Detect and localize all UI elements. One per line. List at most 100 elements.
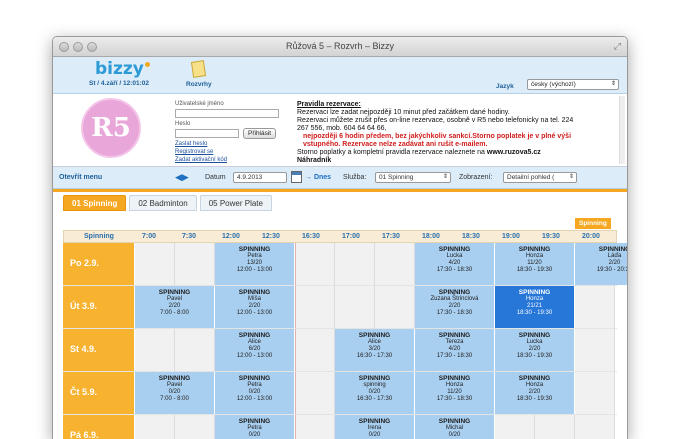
lesson-slot[interactable]: SPINNING Petra 0/20 12:00 - 13:00: [215, 372, 295, 414]
date-input[interactable]: 4.9.2013: [233, 172, 287, 183]
rules-scrollbar[interactable]: [619, 96, 625, 164]
lesson-slot[interactable]: SPINNING Petra 13/20 12:00 - 13:00: [215, 243, 295, 285]
lesson-name: SPINNING: [158, 375, 191, 382]
schedule-row: Po 2.9. SPINNING Petra 13/20 12:00 - 13:00 SP…: [63, 243, 627, 286]
lesson-time: 16:30 - 17:30: [356, 396, 393, 402]
lesson-name: SPINNING: [518, 246, 551, 253]
lesson-slot[interactable]: SPINNINGLáďa2/2019:30 - 20:30: [575, 243, 627, 285]
time-label: 7:30: [182, 233, 197, 240]
empty-cell: [335, 243, 375, 285]
lesson-slot[interactable]: SPINNING Lucka 2/20 18:30 - 19:30: [495, 329, 575, 371]
hour-divider: [295, 286, 296, 328]
lesson-slot[interactable]: SPINNING Honza 2/20 18:30 - 19:30: [495, 372, 575, 414]
rules-url[interactable]: www.ruzova5.cz: [487, 149, 541, 156]
lesson-name: SPINNING: [438, 375, 471, 382]
empty-cell: [295, 286, 335, 328]
lesson-trainer: Pavel: [166, 382, 182, 388]
lesson-slot[interactable]: SPINNING Lucka 4/20 17:30 - 18:30: [415, 243, 495, 285]
lesson-time: 17:30 - 18:30: [436, 396, 473, 402]
lesson-time: 18:30 - 19:30: [516, 396, 553, 402]
lesson-slot[interactable]: SPINNING Alice 3/20 16:30 - 17:30: [335, 329, 415, 371]
time-label: 17:30: [382, 233, 400, 240]
empty-cell: [495, 415, 535, 439]
tab-spinning[interactable]: 01 Spinning: [63, 195, 127, 211]
language-select[interactable]: česky (výchozí) ⇕: [527, 79, 619, 90]
rules-line-3: Storno poplatky a kompletní pravidla rez…: [297, 149, 485, 156]
select-arrow-icon: ⇕: [568, 174, 574, 180]
lesson-slot[interactable]: SPINNING spinning 0/20 16:30 - 17:30: [335, 372, 415, 414]
hour-divider: [295, 415, 296, 439]
lesson-trainer: Pavel: [166, 296, 182, 302]
rules-extra: Náhradník: [297, 157, 332, 164]
calendar-icon[interactable]: [291, 171, 302, 183]
schedule-row: Čt 5.9. SPINNING Pavel 0/20 7:00 - 8:00 SPINN…: [63, 372, 617, 415]
password-input[interactable]: [175, 129, 239, 138]
view-select[interactable]: Detailní pohled (⇕: [503, 172, 577, 183]
empty-cell: [375, 243, 415, 285]
rules-warning-1: nejpozději 6 hodin předem, bez jakýchkol…: [303, 133, 473, 140]
lesson-slot[interactable]: SPINNING Honza 11/20 17:30 - 18:30: [415, 372, 495, 414]
login-button[interactable]: Přihlásit: [243, 128, 277, 139]
schedule-row: Út 3.9. SPINNING Pavel 2/20 7:00 - 8:00 SPINN…: [63, 286, 617, 329]
lesson-count: 4/20: [448, 346, 461, 352]
lesson-trainer: Alice: [247, 339, 261, 345]
language-label: Jazyk: [496, 83, 514, 90]
empty-cell: [375, 286, 415, 328]
lesson-slot[interactable]: SPINNING Zuzana Štrinclová 2/20 17:30 - 18:…: [415, 286, 495, 328]
lesson-name: SPINNING: [158, 289, 191, 296]
activation-code-link[interactable]: Zadat aktivační kód: [175, 157, 227, 163]
username-label: Uživatelské jméno: [175, 101, 224, 107]
lesson-trainer: Honza: [525, 296, 544, 302]
lesson-name: SPINNING: [438, 289, 471, 296]
lesson-trainer: Honza: [525, 382, 544, 388]
lesson-count: 0/20: [368, 389, 381, 395]
reservation-rules: Pravidla rezervace: Rezervaci lze zadat …: [297, 101, 585, 165]
tab-power-plate[interactable]: 05 Power Plate: [199, 195, 272, 211]
time-label: 12:30: [262, 233, 280, 240]
select-arrow-icon: ⇕: [610, 81, 616, 87]
lesson-slot[interactable]: SPINNING Alice 6/20 12:00 - 13:00: [215, 329, 295, 371]
time-label: 19:00: [502, 233, 520, 240]
bizzy-logo[interactable]: bizzy: [95, 59, 150, 79]
select-arrow-icon: ⇕: [442, 174, 448, 180]
lesson-trainer: Lucka: [446, 253, 463, 259]
prev-next-arrows-icon[interactable]: ◀▶: [175, 172, 189, 183]
lesson-time: 18:30 - 19:30: [516, 353, 553, 359]
schedules-link[interactable]: Rozvrhy: [186, 81, 212, 88]
lesson-trainer: Láďa: [607, 253, 622, 259]
lesson-time: 12:00 - 13:00: [236, 267, 273, 273]
register-link[interactable]: Registrovat se: [175, 149, 213, 155]
empty-cell: [575, 286, 615, 328]
lesson-count: 11/20: [447, 389, 462, 395]
schedule-icon[interactable]: [190, 60, 207, 78]
lesson-slot[interactable]: SPINNING Petra 0/20: [215, 415, 295, 439]
username-input[interactable]: [175, 109, 279, 118]
service-tabs: 01 Spinning 02 Badminton 05 Power Plate: [63, 195, 272, 211]
lesson-time: 18:30 - 19:30: [516, 310, 553, 316]
lesson-slot[interactable]: SPINNING Honza 21/21 18:30 - 19:30: [495, 286, 575, 328]
lesson-slot[interactable]: SPINNING Michal 0/20: [415, 415, 495, 439]
tab-badminton[interactable]: 02 Badminton: [129, 195, 197, 211]
lesson-slot[interactable]: SPINNING Irena 0/20: [335, 415, 415, 439]
empty-cell: [135, 243, 175, 285]
lesson-slot[interactable]: SPINNING Pavel 0/20 7:00 - 8:00: [135, 372, 215, 414]
lesson-time: 7:00 - 8:00: [160, 310, 189, 316]
lesson-slot[interactable]: SPINNING Tereza 4/20 17:30 - 18:30: [415, 329, 495, 371]
lesson-slot[interactable]: SPINNING Pavel 2/20 7:00 - 8:00: [135, 286, 215, 328]
fullscreen-icon[interactable]: ⤢: [614, 41, 621, 52]
empty-cell: [335, 286, 375, 328]
lesson-name: SPINNING: [238, 246, 271, 253]
lesson-slot[interactable]: SPINNING Míša 2/20 12:00 - 13:00: [215, 286, 295, 328]
open-menu-button[interactable]: Otevřít menu: [59, 174, 102, 181]
empty-cell: [535, 415, 575, 439]
lesson-count: 2/20: [608, 260, 621, 266]
service-select[interactable]: 01 Spinning ⇕: [375, 172, 451, 183]
lesson-time: 17:30 - 18:30: [436, 310, 473, 316]
lesson-trainer: Tereza: [445, 339, 464, 345]
forgot-password-link[interactable]: Zaslat heslo: [175, 141, 207, 147]
today-button[interactable]: → Dnes: [305, 174, 331, 181]
lesson-count: 2/20: [168, 303, 181, 309]
lesson-slot[interactable]: SPINNING Honza 11/20 18:30 - 19:30: [495, 243, 575, 285]
lesson-count: 21/21: [526, 303, 542, 309]
lesson-count: 0/20: [168, 389, 181, 395]
